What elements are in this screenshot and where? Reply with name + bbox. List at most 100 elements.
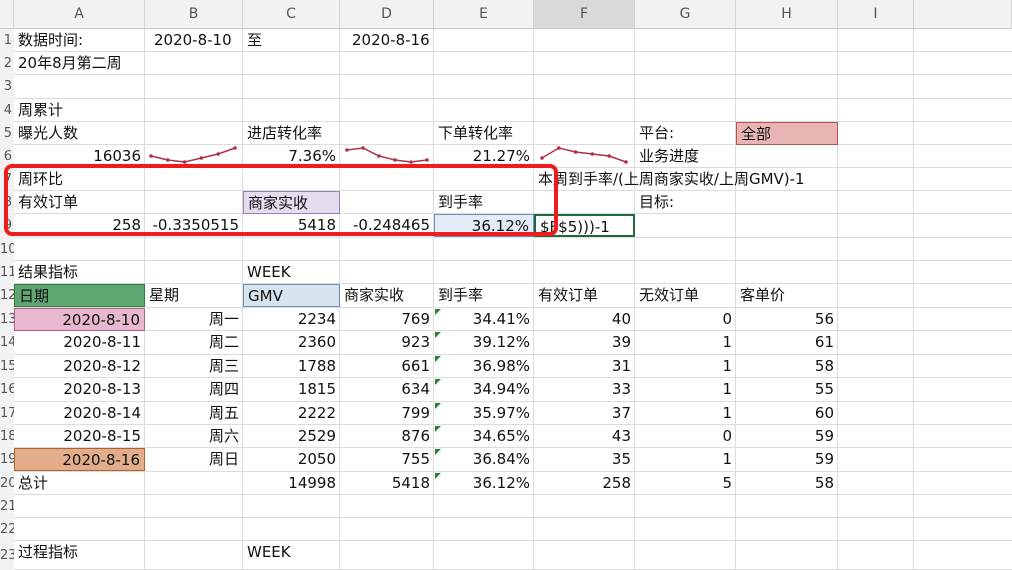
result-row-7-col-6[interactable]: 35 bbox=[534, 448, 635, 471]
result-row-5-col-2[interactable]: 周五 bbox=[145, 402, 243, 425]
result-header-4[interactable]: 商家实收 bbox=[340, 284, 434, 307]
result-row-2-col-8[interactable]: 61 bbox=[736, 331, 838, 354]
result-row-3-col-5[interactable]: 36.98% bbox=[434, 355, 534, 378]
row-header-19[interactable]: 19 bbox=[0, 448, 14, 472]
cell-b1[interactable]: 2020-8-10 bbox=[150, 29, 248, 52]
result-row-7-col-1[interactable]: 2020-8-16 bbox=[14, 448, 145, 471]
row-header-15[interactable]: 15 bbox=[0, 355, 14, 378]
column-header-c[interactable]: C bbox=[243, 0, 340, 29]
row-header-21[interactable]: 21 bbox=[0, 495, 14, 518]
result-row-1-col-4[interactable]: 769 bbox=[340, 308, 434, 331]
result-row-4-col-1[interactable]: 2020-8-13 bbox=[14, 378, 145, 401]
result-row-2-col-7[interactable]: 1 bbox=[635, 331, 736, 354]
result-row-3-col-1[interactable]: 2020-8-12 bbox=[14, 355, 145, 378]
column-header-j[interactable] bbox=[914, 0, 1012, 29]
result-row-2-col-6[interactable]: 39 bbox=[534, 331, 635, 354]
result-row-7-col-4[interactable]: 755 bbox=[340, 448, 434, 471]
result-row-6-col-8[interactable]: 59 bbox=[736, 425, 838, 448]
result-row-6-col-1[interactable]: 2020-8-15 bbox=[14, 425, 145, 448]
result-row-1-col-7[interactable]: 0 bbox=[635, 308, 736, 331]
result-row-2-col-1[interactable]: 2020-8-11 bbox=[14, 331, 145, 354]
cell-c1[interactable]: 至 bbox=[243, 29, 340, 52]
result-header-5[interactable]: 到手率 bbox=[434, 284, 534, 307]
result-row-3-col-4[interactable]: 661 bbox=[340, 355, 434, 378]
result-row-4-col-8[interactable]: 55 bbox=[736, 378, 838, 401]
row-header-22[interactable]: 22 bbox=[0, 518, 14, 541]
row-header-14[interactable]: 14 bbox=[0, 331, 14, 355]
result-row-5-col-5[interactable]: 35.97% bbox=[434, 402, 534, 425]
result-row-5-col-1[interactable]: 2020-8-14 bbox=[14, 402, 145, 425]
result-total-col-2[interactable] bbox=[145, 472, 243, 495]
result-row-5-col-3[interactable]: 2222 bbox=[243, 402, 340, 425]
result-header-8[interactable]: 客单价 bbox=[736, 284, 838, 307]
cell-a2[interactable]: 20年8月第二周 bbox=[14, 52, 145, 75]
row-header-5[interactable]: 5 bbox=[0, 122, 14, 145]
result-header-1[interactable]: 日期 bbox=[14, 284, 145, 307]
result-row-3-col-8[interactable]: 58 bbox=[736, 355, 838, 378]
row-header-12[interactable]: 12 bbox=[0, 284, 14, 308]
row-header-17[interactable]: 17 bbox=[0, 402, 14, 425]
row-header-18[interactable]: 18 bbox=[0, 425, 14, 448]
result-row-1-col-6[interactable]: 40 bbox=[534, 308, 635, 331]
cell-a1[interactable]: 数据时间: bbox=[14, 29, 145, 52]
cell-g5[interactable]: 平台: bbox=[635, 122, 736, 145]
result-header-2[interactable]: 星期 bbox=[145, 284, 243, 307]
result-header-6[interactable]: 有效订单 bbox=[534, 284, 635, 307]
result-row-6-col-6[interactable]: 43 bbox=[534, 425, 635, 448]
cell-e5[interactable]: 下单转化率 bbox=[434, 122, 534, 145]
row-header-23[interactable]: 23 bbox=[0, 541, 14, 570]
column-header-g[interactable]: G bbox=[635, 0, 736, 29]
result-row-4-col-4[interactable]: 634 bbox=[340, 378, 434, 401]
result-row-1-col-5[interactable]: 34.41% bbox=[434, 308, 534, 331]
result-row-6-col-2[interactable]: 周六 bbox=[145, 425, 243, 448]
cell-g6[interactable]: 业务进度 bbox=[635, 145, 736, 168]
column-header-d[interactable]: D bbox=[340, 0, 434, 29]
row-header-2[interactable]: 2 bbox=[0, 52, 14, 75]
result-row-1-col-3[interactable]: 2234 bbox=[243, 308, 340, 331]
result-row-4-col-7[interactable]: 1 bbox=[635, 378, 736, 401]
result-row-7-col-7[interactable]: 1 bbox=[635, 448, 736, 471]
result-row-4-col-2[interactable]: 周四 bbox=[145, 378, 243, 401]
result-total-col-3[interactable]: 14998 bbox=[243, 472, 340, 495]
result-row-5-col-4[interactable]: 799 bbox=[340, 402, 434, 425]
platform-select-cell[interactable]: 全部 bbox=[736, 122, 838, 145]
result-row-3-col-7[interactable]: 1 bbox=[635, 355, 736, 378]
column-header-a[interactable]: A bbox=[14, 0, 145, 29]
result-row-3-col-6[interactable]: 31 bbox=[534, 355, 635, 378]
cell-a23[interactable]: 过程指标 bbox=[14, 541, 145, 564]
row-header-16[interactable]: 16 bbox=[0, 378, 14, 402]
row-header-11[interactable]: 11 bbox=[0, 261, 14, 284]
cell-c11[interactable]: WEEK bbox=[243, 261, 340, 284]
result-row-6-col-4[interactable]: 876 bbox=[340, 425, 434, 448]
select-all-corner[interactable] bbox=[0, 0, 14, 29]
column-header-b[interactable]: B bbox=[145, 0, 243, 29]
result-total-col-8[interactable]: 58 bbox=[736, 472, 838, 495]
row-header-1[interactable]: 1 bbox=[0, 29, 14, 52]
result-total-col-6[interactable]: 258 bbox=[534, 472, 635, 495]
result-total-col-5[interactable]: 36.12% bbox=[434, 472, 534, 495]
row-header-20[interactable]: 20 bbox=[0, 472, 14, 495]
result-row-5-col-6[interactable]: 37 bbox=[534, 402, 635, 425]
result-row-7-col-3[interactable]: 2050 bbox=[243, 448, 340, 471]
result-total-col-7[interactable]: 5 bbox=[635, 472, 736, 495]
result-row-2-col-4[interactable]: 923 bbox=[340, 331, 434, 354]
row-header-13[interactable]: 13 bbox=[0, 308, 14, 331]
result-total-col-4[interactable]: 5418 bbox=[340, 472, 434, 495]
result-row-5-col-8[interactable]: 60 bbox=[736, 402, 838, 425]
column-header-e[interactable]: E bbox=[434, 0, 534, 29]
result-row-2-col-3[interactable]: 2360 bbox=[243, 331, 340, 354]
result-row-4-col-5[interactable]: 34.94% bbox=[434, 378, 534, 401]
row-header-10[interactable]: 10 bbox=[0, 238, 14, 261]
result-row-3-col-3[interactable]: 1788 bbox=[243, 355, 340, 378]
cell-g8[interactable]: 目标: bbox=[635, 191, 736, 214]
row-header-4[interactable]: 4 bbox=[0, 99, 14, 122]
result-row-2-col-2[interactable]: 周二 bbox=[145, 331, 243, 354]
column-header-i[interactable]: I bbox=[838, 0, 914, 29]
column-header-h[interactable]: H bbox=[736, 0, 838, 29]
result-row-4-col-6[interactable]: 33 bbox=[534, 378, 635, 401]
cell-d1[interactable]: 2020-8-16 bbox=[348, 29, 442, 52]
cell-a11[interactable]: 结果指标 bbox=[14, 261, 145, 284]
result-row-1-col-8[interactable]: 56 bbox=[736, 308, 838, 331]
result-header-7[interactable]: 无效订单 bbox=[635, 284, 736, 307]
result-row-1-col-2[interactable]: 周一 bbox=[145, 308, 243, 331]
